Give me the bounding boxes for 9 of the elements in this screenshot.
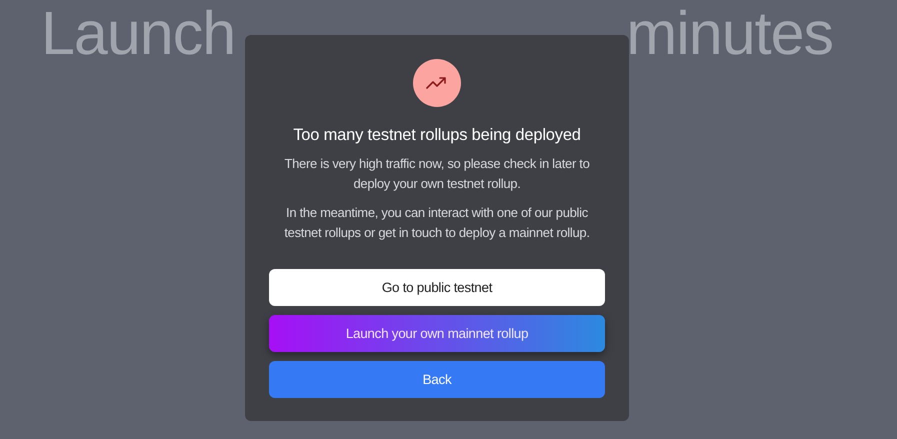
action-button[interactable]: Go to public testnet — [269, 269, 605, 306]
modal-title: Too many testnet rollups being deployed — [293, 126, 581, 145]
trending-up-icon — [413, 59, 461, 107]
modal-message: In the meantime, you can interact with one of our public testnet rollups or get in touch to deploy a mainnet rollup. — [283, 204, 591, 242]
page-heading: Launch — [41, 0, 236, 66]
action-button[interactable]: Launch your own mainnet rollup — [269, 315, 605, 352]
back-button[interactable]: Back — [269, 361, 605, 398]
modal-message: There is very high traffic now, so please check in later to deploy your own testnet rollup. — [283, 155, 591, 193]
page-heading: minutes — [626, 0, 833, 66]
